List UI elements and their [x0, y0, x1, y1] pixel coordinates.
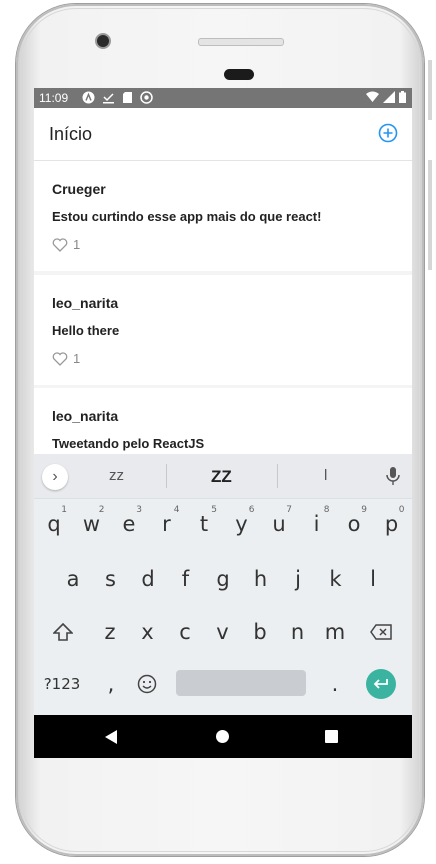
- key-hint: 4: [173, 505, 180, 515]
- symbols-key[interactable]: ?123: [42, 663, 82, 705]
- backspace-icon: [370, 624, 392, 640]
- key-s[interactable]: s: [94, 558, 128, 600]
- recents-icon[interactable]: [325, 730, 338, 743]
- tweet-text: Hello there: [52, 323, 120, 338]
- a-circle-icon: [82, 91, 95, 104]
- key-n[interactable]: n: [281, 611, 315, 653]
- app-header: Início: [34, 108, 412, 161]
- key-f[interactable]: f: [169, 558, 203, 600]
- download-check-icon: [103, 93, 114, 104]
- key-hint: 6: [248, 505, 255, 515]
- battery-icon: [399, 91, 406, 103]
- plus-circle-icon[interactable]: [378, 123, 398, 143]
- key-hint: 8: [323, 505, 330, 515]
- power-button: [428, 60, 432, 120]
- key-q[interactable]: q1: [37, 503, 71, 545]
- like-count: 1: [73, 351, 81, 366]
- key-t[interactable]: t5: [187, 503, 221, 545]
- tweet-text: Tweetando pelo ReactJS: [52, 436, 205, 451]
- heart-icon[interactable]: [52, 237, 68, 252]
- enter-icon: [373, 679, 388, 689]
- tweet-card[interactable]: Crueger Estou curtindo esse app mais do …: [34, 161, 412, 271]
- chevron-right-icon[interactable]: ›: [42, 464, 68, 490]
- back-icon[interactable]: [105, 730, 117, 744]
- like-control[interactable]: 1: [52, 351, 80, 366]
- space-key[interactable]: [176, 670, 306, 696]
- tweet-card[interactable]: leo_narita Hello there 1: [34, 275, 412, 385]
- emoji-key[interactable]: [130, 663, 164, 705]
- emoji-icon: [137, 674, 157, 694]
- like-control[interactable]: 1: [52, 237, 80, 252]
- sd-card-icon: [123, 92, 132, 103]
- key-y[interactable]: y6: [225, 503, 259, 545]
- tweet-username: leo_narita: [52, 408, 119, 424]
- key-hint: 3: [136, 505, 142, 515]
- microphone-icon[interactable]: [384, 466, 402, 486]
- key-d[interactable]: d: [131, 558, 165, 600]
- key-z[interactable]: z: [93, 611, 127, 653]
- key-w[interactable]: w2: [75, 503, 109, 545]
- key-hint: 1: [61, 505, 67, 515]
- like-count: 1: [73, 237, 81, 252]
- key-j[interactable]: j: [281, 558, 315, 600]
- status-right-icons: [366, 91, 406, 103]
- suggestion-left[interactable]: zz: [109, 467, 124, 484]
- status-left-icons: [82, 91, 153, 104]
- shift-icon: [53, 623, 73, 641]
- page-title: Início: [49, 124, 93, 144]
- status-bar: 11:09: [34, 88, 412, 108]
- front-camera: [97, 35, 109, 47]
- volume-buttons: [428, 160, 432, 270]
- key-c[interactable]: c: [168, 611, 202, 653]
- sync-circle-icon: [140, 91, 153, 104]
- key-k[interactable]: k: [319, 558, 353, 600]
- heart-icon[interactable]: [52, 351, 68, 366]
- suggestion-divider: [277, 464, 278, 488]
- key-x[interactable]: x: [131, 611, 165, 653]
- enter-key[interactable]: [366, 669, 396, 699]
- comma-key[interactable]: ,: [94, 663, 128, 705]
- earpiece-speaker: [198, 38, 284, 46]
- key-hint: 5: [211, 505, 217, 515]
- tweet-feed[interactable]: Crueger Estou curtindo esse app mais do …: [34, 161, 412, 454]
- status-time: 11:09: [39, 91, 69, 105]
- key-e[interactable]: e3: [112, 503, 146, 545]
- key-m[interactable]: m: [318, 611, 352, 653]
- wifi-icon: [366, 91, 379, 102]
- key-hint: 0: [398, 505, 405, 515]
- key-g[interactable]: g: [206, 558, 240, 600]
- key-h[interactable]: h: [244, 558, 278, 600]
- key-b[interactable]: b: [243, 611, 277, 653]
- key-o[interactable]: o9: [337, 503, 371, 545]
- suggestion-right[interactable]: l: [324, 467, 327, 484]
- suggestion-strip: › zz ZZ l: [34, 454, 412, 499]
- tweet-username: Crueger: [52, 181, 106, 197]
- suggestion-divider: [166, 464, 167, 488]
- home-icon[interactable]: [216, 730, 229, 743]
- soft-keyboard: › zz ZZ l q1w2e3r4t5y6u7i8o9p0 asdfghjkl…: [34, 454, 412, 715]
- device-screen: 11:09 Início Crueger Estou curtindo esse…: [34, 88, 412, 758]
- key-p[interactable]: p0: [375, 503, 409, 545]
- backspace-key[interactable]: [364, 611, 398, 653]
- shift-key[interactable]: [46, 611, 80, 653]
- tweet-username: leo_narita: [52, 295, 119, 311]
- key-hint: 9: [361, 505, 367, 515]
- key-a[interactable]: a: [56, 558, 90, 600]
- navigation-bar: [34, 715, 412, 758]
- key-u[interactable]: u7: [262, 503, 296, 545]
- tweet-text: Estou curtindo esse app mais do que reac…: [52, 209, 322, 224]
- key-hint: 2: [98, 505, 105, 515]
- suggestion-center[interactable]: ZZ: [211, 467, 232, 487]
- proximity-sensor: [224, 69, 254, 80]
- period-key[interactable]: .: [318, 663, 352, 705]
- key-i[interactable]: i8: [300, 503, 334, 545]
- key-r[interactable]: r4: [150, 503, 184, 545]
- key-hint: 7: [286, 505, 292, 515]
- signal-icon: [383, 91, 395, 103]
- key-l[interactable]: l: [356, 558, 390, 600]
- key-v[interactable]: v: [206, 611, 240, 653]
- tweet-card[interactable]: leo_narita Tweetando pelo ReactJS: [34, 388, 412, 454]
